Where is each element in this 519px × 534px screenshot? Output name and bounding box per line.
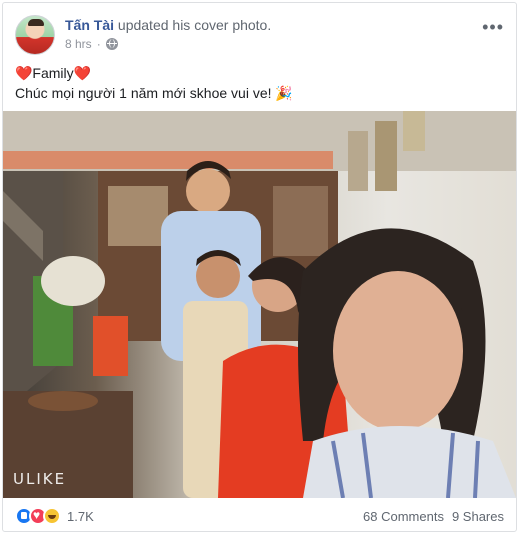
post-action-text: updated his cover photo. (117, 17, 272, 33)
more-options-icon[interactable]: ••• (482, 18, 504, 36)
post-photo[interactable]: ULIKE (3, 111, 516, 498)
reactions-summary[interactable]: 1.7K (15, 507, 94, 525)
post-header: Tấn Tài updated his cover photo. 8 hrs ·… (15, 15, 504, 59)
meta-separator: · (96, 37, 101, 51)
post-title-line: Tấn Tài updated his cover photo. (65, 17, 271, 33)
author-name-link[interactable]: Tấn Tài (65, 17, 114, 33)
post-timestamp[interactable]: 8 hrs (65, 37, 92, 51)
comments-count-link[interactable]: 68 Comments (363, 509, 444, 524)
shares-count-link[interactable]: 9 Shares (452, 509, 504, 524)
caption-line-2: Chúc mọi người 1 năm mới skhoe vui ve! 🎉 (15, 85, 293, 101)
globe-icon[interactable] (105, 38, 118, 50)
haha-icon (43, 507, 61, 525)
caption-line-1: ❤️Family❤️ (15, 65, 92, 81)
reaction-count[interactable]: 1.7K (67, 509, 94, 524)
post-footer: 1.7K 68 Comments 9 Shares (15, 505, 504, 527)
photo-watermark: ULIKE (13, 470, 67, 488)
feed-post: Tấn Tài updated his cover photo. 8 hrs ·… (2, 2, 517, 532)
author-avatar[interactable] (15, 15, 55, 55)
post-caption: ❤️Family❤️ Chúc mọi người 1 năm mới skho… (15, 63, 504, 103)
photo-illustration (3, 111, 516, 498)
post-meta: 8 hrs · (65, 37, 118, 51)
